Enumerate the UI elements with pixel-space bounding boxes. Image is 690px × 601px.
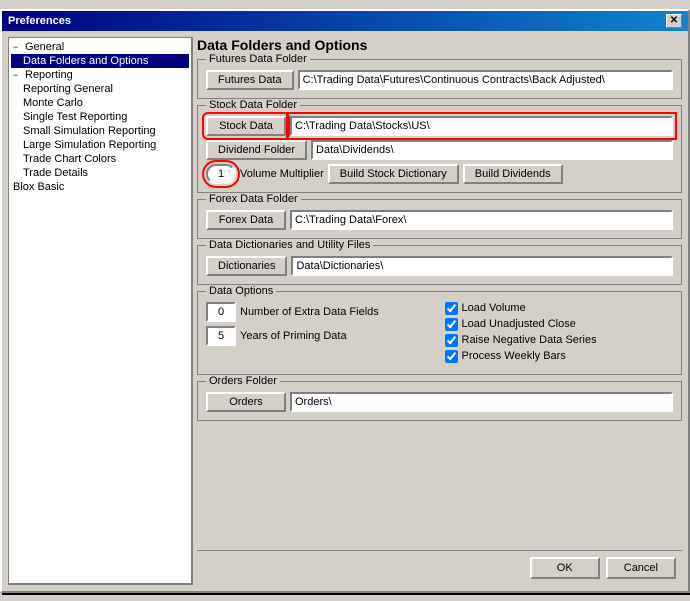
build-dividends-button[interactable]: Build Dividends (463, 164, 563, 184)
orders-group-content: Orders (206, 392, 673, 412)
stock-group-label: Stock Data Folder (206, 99, 300, 111)
futures-group-content: Futures Data (206, 70, 673, 90)
priming-input[interactable] (206, 326, 236, 346)
futures-path-input[interactable] (298, 70, 673, 90)
expand-icon-reporting: − (13, 70, 23, 80)
forex-data-button[interactable]: Forex Data (206, 210, 286, 230)
dialog-title: Preferences (8, 15, 71, 27)
bottom-bar: OK Cancel (197, 550, 682, 585)
load-unadjusted-checkbox[interactable] (445, 318, 458, 331)
volume-multiplier-label: Volume Multiplier (240, 168, 324, 180)
sidebar-item-single-test[interactable]: Single Test Reporting (11, 110, 189, 124)
dividend-row: Dividend Folder (206, 140, 673, 160)
sidebar-item-general[interactable]: − General (11, 40, 189, 54)
title-bar: Preferences ✕ (2, 11, 688, 31)
sidebar-label-reporting: Reporting (25, 69, 73, 81)
dictionaries-group: Data Dictionaries and Utility Files Dict… (197, 245, 682, 285)
sidebar-label-trade-colors: Trade Chart Colors (23, 153, 116, 165)
sidebar-label-large-sim: Large Simulation Reporting (23, 139, 156, 151)
forex-group: Forex Data Folder Forex Data (197, 199, 682, 239)
sidebar-label-reporting-general: Reporting General (23, 83, 113, 95)
priming-label: Years of Priming Data (240, 330, 347, 342)
futures-group-label: Futures Data Folder (206, 53, 310, 65)
dictionaries-group-label: Data Dictionaries and Utility Files (206, 239, 373, 251)
orders-button[interactable]: Orders (206, 392, 286, 412)
sidebar-label-single-test: Single Test Reporting (23, 111, 127, 123)
build-stock-button[interactable]: Build Stock Dictionary (328, 164, 459, 184)
data-options-content: Number of Extra Data Fields Years of Pri… (206, 302, 673, 366)
close-button[interactable]: ✕ (666, 14, 682, 28)
volume-multiplier-input[interactable] (206, 164, 236, 184)
dictionaries-button[interactable]: Dictionaries (206, 256, 287, 276)
dictionaries-row: Dictionaries (206, 256, 673, 276)
load-unadjusted-row: Load Unadjusted Close (445, 318, 674, 331)
ok-button[interactable]: OK (530, 557, 600, 579)
priming-row: Years of Priming Data (206, 326, 435, 346)
stock-data-row: Stock Data (206, 116, 673, 136)
extra-fields-label: Number of Extra Data Fields (240, 306, 379, 318)
process-weekly-row: Process Weekly Bars (445, 350, 674, 363)
sidebar-item-reporting-general[interactable]: Reporting General (11, 82, 189, 96)
futures-row: Futures Data (206, 70, 673, 90)
raise-negative-label: Raise Negative Data Series (462, 334, 597, 346)
preferences-dialog: Preferences ✕ − General Data Folders and… (0, 9, 690, 593)
load-volume-checkbox[interactable] (445, 302, 458, 315)
dividend-path-input[interactable] (311, 140, 673, 160)
process-weekly-label: Process Weekly Bars (462, 350, 566, 362)
stock-data-button[interactable]: Stock Data (206, 116, 286, 136)
data-options-left: Number of Extra Data Fields Years of Pri… (206, 302, 435, 366)
orders-path-input[interactable] (290, 392, 673, 412)
sidebar-item-data-folders[interactable]: Data Folders and Options (11, 54, 189, 68)
stock-path-input[interactable] (290, 116, 673, 136)
extra-fields-input[interactable] (206, 302, 236, 322)
futures-data-button[interactable]: Futures Data (206, 70, 294, 90)
stock-group-content: Stock Data Dividend Folder Volume Multip… (206, 116, 673, 184)
expand-icon-general: − (13, 42, 23, 52)
raise-negative-row: Raise Negative Data Series (445, 334, 674, 347)
volume-mult-row: Volume Multiplier Build Stock Dictionary… (206, 164, 673, 184)
data-options-group: Data Options Number of Extra Data Fields… (197, 291, 682, 375)
sidebar-item-large-sim[interactable]: Large Simulation Reporting (11, 138, 189, 152)
cancel-button[interactable]: Cancel (606, 557, 676, 579)
dialog-body: − General Data Folders and Options − Rep… (2, 31, 688, 591)
sidebar-label-trade-details: Trade Details (23, 167, 88, 179)
raise-negative-checkbox[interactable] (445, 334, 458, 347)
sidebar-item-blox-basic[interactable]: Blox Basic (11, 180, 189, 194)
main-content: Data Folders and Options Futures Data Fo… (197, 37, 682, 585)
sidebar-label-small-sim: Small Simulation Reporting (23, 125, 156, 137)
dictionaries-path-input[interactable] (291, 256, 673, 276)
futures-group: Futures Data Folder Futures Data (197, 59, 682, 99)
sidebar-item-reporting[interactable]: − Reporting (11, 68, 189, 82)
orders-group: Orders Folder Orders (197, 381, 682, 421)
sidebar-label-general: General (25, 41, 64, 53)
sidebar-tree: − General Data Folders and Options − Rep… (8, 37, 193, 585)
dictionaries-group-content: Dictionaries (206, 256, 673, 276)
stock-group: Stock Data Folder Stock Data Dividend Fo… (197, 105, 682, 193)
sidebar-label-blox-basic: Blox Basic (13, 181, 64, 193)
sidebar-label-data-folders: Data Folders and Options (23, 55, 148, 67)
page-title: Data Folders and Options (197, 37, 682, 53)
load-volume-row: Load Volume (445, 302, 674, 315)
forex-row: Forex Data (206, 210, 673, 230)
process-weekly-checkbox[interactable] (445, 350, 458, 363)
sidebar-label-monte-carlo: Monte Carlo (23, 97, 83, 109)
sidebar-item-monte-carlo[interactable]: Monte Carlo (11, 96, 189, 110)
forex-group-content: Forex Data (206, 210, 673, 230)
sidebar-item-trade-colors[interactable]: Trade Chart Colors (11, 152, 189, 166)
forex-path-input[interactable] (290, 210, 673, 230)
forex-group-label: Forex Data Folder (206, 193, 301, 205)
data-options-right: Load Volume Load Unadjusted Close Raise … (445, 302, 674, 366)
data-options-group-label: Data Options (206, 285, 276, 297)
load-unadjusted-label: Load Unadjusted Close (462, 318, 576, 330)
extra-fields-row: Number of Extra Data Fields (206, 302, 435, 322)
orders-row: Orders (206, 392, 673, 412)
sidebar-item-trade-details[interactable]: Trade Details (11, 166, 189, 180)
load-volume-label: Load Volume (462, 302, 526, 314)
sidebar-item-small-sim[interactable]: Small Simulation Reporting (11, 124, 189, 138)
orders-group-label: Orders Folder (206, 375, 280, 387)
dividend-folder-button[interactable]: Dividend Folder (206, 140, 307, 160)
